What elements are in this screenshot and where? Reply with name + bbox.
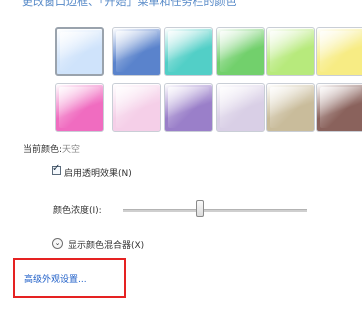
current-color-label: 当前颜色: — [23, 145, 63, 155]
top-link[interactable]: 更改窗口边框、「开始」菜单和任务栏的颜色 — [22, 0, 237, 9]
color-swatch-pink[interactable] — [55, 83, 104, 132]
color-swatch-sun[interactable] — [316, 27, 362, 76]
color-swatch-taupe[interactable] — [266, 83, 315, 132]
show-color-mixer-label[interactable]: 显示颜色混合器(X) — [68, 238, 144, 251]
color-intensity-track[interactable] — [123, 209, 307, 212]
chevron-down-icon[interactable]: ⌄ — [52, 238, 63, 249]
color-swatch-lavender[interactable] — [216, 83, 265, 132]
color-swatch-violet[interactable] — [164, 83, 213, 132]
advanced-appearance-link[interactable]: 高级外观设置... — [24, 272, 87, 285]
color-swatch-leaf[interactable] — [216, 27, 265, 76]
current-color-value: 天空 — [62, 145, 81, 155]
color-swatch-sea[interactable] — [164, 27, 213, 76]
transparency-checkbox[interactable] — [52, 163, 61, 175]
color-intensity-label: 颜色浓度(I): — [53, 206, 102, 216]
color-swatch-lime[interactable] — [266, 27, 315, 76]
current-color-text: 当前颜色:天空 — [23, 142, 80, 155]
color-intensity-slider-thumb[interactable] — [196, 200, 205, 217]
color-swatch-chocolate[interactable] — [316, 83, 362, 132]
color-swatch-blush[interactable] — [112, 83, 161, 132]
color-swatch-twilight[interactable] — [112, 27, 161, 76]
color-swatch-sky[interactable] — [55, 27, 104, 76]
transparency-label[interactable]: 启用透明效果(N) — [64, 166, 132, 179]
